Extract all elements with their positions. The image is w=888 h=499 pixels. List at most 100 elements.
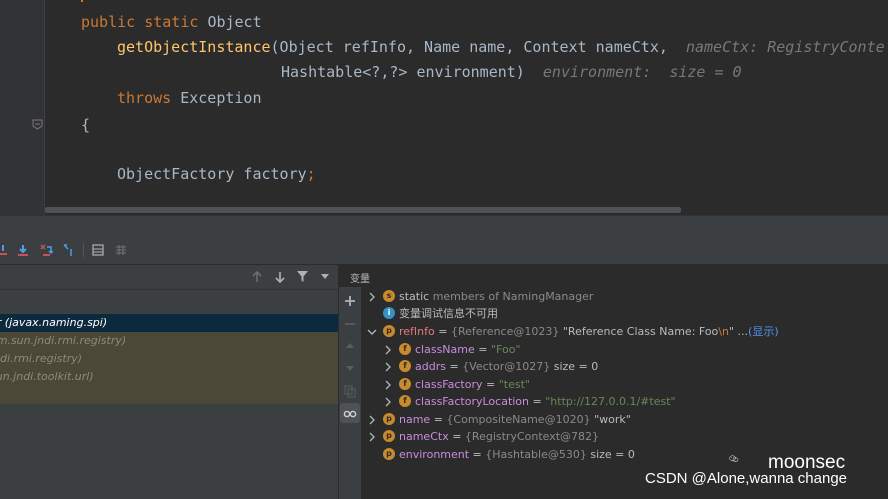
frame-row[interactable]: om.sun.jndi.rmi.registry) <box>0 332 338 350</box>
frame-label: jndi.rmi.registry) <box>0 352 83 365</box>
var-name: className <box>415 343 475 356</box>
var-row-refinfo[interactable]: p refInfo = {Reference@1023} "Reference … <box>367 323 779 340</box>
code-line-method: getObjectInstance(Object refInfo, Name n… <box>117 38 885 56</box>
frame-label: sun.jndi.toolkit.url) <box>0 370 94 383</box>
variables-title: 变量 <box>350 274 370 285</box>
code-editor[interactable]: public static Object getObjectInstance(O… <box>0 0 888 215</box>
var-value: size = 0 <box>586 448 635 461</box>
frames-panel: er (javax.naming.spi) om.sun.jndi.rmi.re… <box>0 265 338 499</box>
field-badge-icon: f <box>399 395 411 407</box>
expand-chevron-icon[interactable] <box>383 345 393 355</box>
var-desc: members of NamingManager <box>429 290 594 303</box>
var-name: environment <box>399 448 470 461</box>
show-watches-toggle[interactable] <box>340 403 360 423</box>
var-eq: = <box>434 325 451 338</box>
field-badge-icon: f <box>399 378 411 390</box>
dropdown-icon[interactable] <box>320 273 330 281</box>
step-into-icon[interactable] <box>16 243 30 257</box>
frame-row-selected[interactable]: er (javax.naming.spi) <box>0 314 338 332</box>
var-ref: {RegistryContext@782} <box>464 430 600 443</box>
var-row-classfactory[interactable]: f classFactory = "test" <box>383 376 530 393</box>
collapse-chevron-icon[interactable] <box>367 327 377 337</box>
var-name: classFactoryLocation <box>415 395 530 408</box>
arrow-down-icon[interactable] <box>274 270 286 284</box>
filter-icon[interactable] <box>296 270 309 283</box>
keyword-throws: throws <box>117 89 172 107</box>
method-name: getObjectInstance <box>117 38 271 56</box>
frame-row[interactable]: g) <box>0 386 338 404</box>
expand-chevron-icon[interactable] <box>367 415 377 425</box>
keyword-public: public <box>81 13 136 31</box>
force-step-into-icon[interactable] <box>39 243 53 257</box>
var-row-classname[interactable]: f className = "Foo" <box>383 341 521 358</box>
param-badge-icon: p <box>383 448 395 460</box>
watermark-csdn: CSDN @Alone,wanna change <box>645 470 848 487</box>
var-row-namectx[interactable]: p nameCtx = {RegistryContext@782} <box>367 428 599 445</box>
var-row-classfactorylocation[interactable]: f classFactoryLocation = "http://127.0.0… <box>383 393 676 410</box>
code-line-signature: public static Object <box>81 13 262 31</box>
previous-line-fragment <box>81 0 83 2</box>
var-row-info: i 变量调试信息不可用 <box>367 305 498 322</box>
trace-icon[interactable] <box>114 243 128 257</box>
var-string: "test" <box>498 378 530 391</box>
escape-seq: \n <box>718 325 729 338</box>
expand-chevron-icon[interactable] <box>383 362 393 372</box>
var-string: "Foo" <box>490 343 521 356</box>
arrow-up-icon[interactable] <box>251 270 263 284</box>
var-value-tail: " ... <box>728 325 749 338</box>
method-params: (Object refInfo, Name name, Context name… <box>270 38 668 56</box>
frame-label: om.sun.jndi.rmi.registry) <box>0 334 127 347</box>
fold-marker-icon[interactable] <box>32 119 43 130</box>
method-params-cont: Hashtable<?,?> environment) <box>281 63 525 81</box>
exception-type: Exception <box>171 89 262 107</box>
info-icon: i <box>383 307 395 319</box>
frame-label: er (javax.naming.spi) <box>0 316 108 329</box>
var-name: refInfo <box>399 325 435 338</box>
var-value: "Reference Class Name: Foo <box>559 325 719 338</box>
var-ref: {Vector@1027} <box>462 360 551 373</box>
return-type: Object <box>207 13 262 31</box>
code-line-throws: throws Exception <box>117 89 262 107</box>
copy-icon[interactable] <box>343 384 357 398</box>
var-name: classFactory <box>415 378 483 391</box>
expand-chevron-icon[interactable] <box>367 292 377 302</box>
var-name: static <box>399 290 430 303</box>
add-watch-icon[interactable] <box>343 294 357 308</box>
var-row-environment[interactable]: p environment = {Hashtable@530} size = 0 <box>367 446 635 463</box>
var-string: "http://127.0.0.1/#test" <box>545 395 676 408</box>
var-eq: = <box>482 378 499 391</box>
variables-toolbar <box>339 287 361 499</box>
debug-top-strip <box>0 215 888 238</box>
expand-chevron-icon[interactable] <box>383 397 393 407</box>
var-name: name <box>399 413 431 426</box>
static-badge-icon: s <box>383 290 395 302</box>
keyword-static: static <box>144 13 199 31</box>
toolbar-separator <box>83 243 84 257</box>
horizontal-scrollbar[interactable] <box>45 207 681 213</box>
expand-chevron-icon[interactable] <box>367 432 377 442</box>
frame-row[interactable]: jndi.rmi.registry) <box>0 350 338 368</box>
var-eq: = <box>469 448 486 461</box>
expand-chevron-icon[interactable] <box>383 380 393 390</box>
code-line-declaration: ObjectFactory factory; <box>117 165 316 183</box>
var-row-addrs[interactable]: f addrs = {Vector@1027} size = 0 <box>383 358 598 375</box>
param-badge-icon: p <box>383 325 395 337</box>
move-down-icon[interactable] <box>343 361 357 375</box>
step-over-icon[interactable] <box>0 243 10 257</box>
move-up-icon[interactable] <box>343 339 357 353</box>
var-ref: {Hashtable@530} <box>485 448 587 461</box>
var-ref: {CompositeName@1020} <box>446 413 591 426</box>
step-out-icon[interactable] <box>62 243 76 257</box>
code-line-params: Hashtable<?,?> environment) environment:… <box>281 63 742 81</box>
show-link[interactable]: (显示) <box>748 325 779 338</box>
frame-row[interactable]: sun.jndi.toolkit.url) <box>0 368 338 386</box>
var-value: "work" <box>590 413 631 426</box>
var-row-static[interactable]: s static members of NamingManager <box>367 288 593 305</box>
var-row-name[interactable]: p name = {CompositeName@1020} "work" <box>367 411 631 428</box>
info-message: 变量调试信息不可用 <box>399 307 498 320</box>
remove-watch-icon[interactable] <box>343 317 357 331</box>
param-badge-icon: p <box>383 430 395 442</box>
evaluate-table-icon[interactable] <box>91 243 105 257</box>
param-badge-icon: p <box>383 413 395 425</box>
debug-toolbar <box>0 238 888 265</box>
